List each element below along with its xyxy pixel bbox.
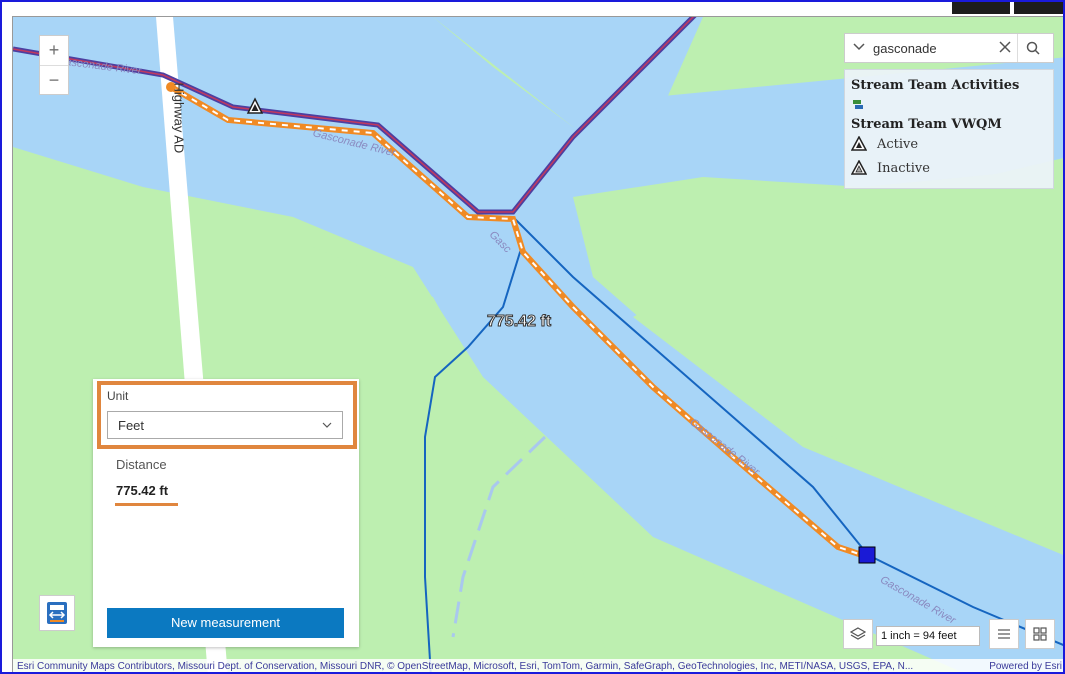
measurement-panel: Unit Feet Distance 775.42 ft New measure… xyxy=(93,379,359,647)
close-icon xyxy=(999,40,1011,53)
active-site-icon xyxy=(851,136,867,151)
top-toolbar-button[interactable] xyxy=(1014,2,1063,14)
unit-select[interactable]: Feet xyxy=(107,411,343,439)
attribution-bar: Esri Community Maps Contributors, Missou… xyxy=(13,659,1063,672)
unit-select-value: Feet xyxy=(118,417,145,433)
distance-value: 775.42 ft xyxy=(116,483,169,498)
zoom-control: + − xyxy=(39,35,69,95)
layers-icon xyxy=(850,627,866,640)
chevron-down-icon xyxy=(853,43,865,51)
search-icon xyxy=(1026,41,1040,55)
legend-label: Active xyxy=(877,136,919,152)
legend-panel: Stream Team Activities Stream Team VWQM … xyxy=(844,69,1054,189)
chevron-down-icon xyxy=(322,422,332,428)
basemap-gallery-button[interactable] xyxy=(1025,619,1055,649)
scale-bar: 1 inch = 94 feet xyxy=(876,626,980,646)
inactive-site-icon xyxy=(851,160,867,175)
search-button[interactable] xyxy=(1017,34,1047,62)
search-source-dropdown[interactable] xyxy=(845,42,873,54)
legend-title: Stream Team VWQM xyxy=(851,117,1002,132)
search-input[interactable] xyxy=(873,40,993,56)
stream-team-activity-icon xyxy=(853,100,863,109)
distance-label: Distance xyxy=(116,457,167,472)
legend-item-active: Active xyxy=(851,132,1047,156)
powered-by-link[interactable]: Powered by Esri xyxy=(989,659,1062,672)
list-icon xyxy=(998,629,1010,639)
new-measurement-button[interactable]: New measurement xyxy=(107,608,344,638)
search-widget xyxy=(844,33,1054,63)
grid-icon xyxy=(1033,627,1047,641)
attribution-text: Esri Community Maps Contributors, Missou… xyxy=(17,661,914,672)
measurement-tool-button[interactable] xyxy=(39,595,75,631)
app-frame: Gasconade River Gasconade River Gasc Gas… xyxy=(0,0,1065,674)
distance-underline xyxy=(115,503,178,506)
road-label: Highway AD xyxy=(171,82,187,154)
legend-item xyxy=(851,93,1047,117)
layer-list-button[interactable] xyxy=(843,619,873,649)
top-toolbar-button[interactable] xyxy=(952,2,1010,14)
measurement-end-vertex xyxy=(858,546,876,564)
measure-icon xyxy=(47,602,67,624)
map-view[interactable]: Gasconade River Gasconade River Gasc Gas… xyxy=(12,16,1063,672)
unit-label: Unit xyxy=(107,389,129,403)
unit-highlight: Unit Feet xyxy=(97,381,357,449)
legend-item-inactive: Inactive xyxy=(851,156,1047,180)
measurement-label: 775.42 ft xyxy=(486,313,552,331)
legend-title: Stream Team Activities xyxy=(851,78,1020,93)
zoom-out-button[interactable]: − xyxy=(40,65,68,94)
zoom-in-button[interactable]: + xyxy=(40,36,68,65)
legend-toggle-button[interactable] xyxy=(989,619,1019,649)
clear-search-button[interactable] xyxy=(993,38,1017,59)
legend-label: Inactive xyxy=(877,160,930,176)
